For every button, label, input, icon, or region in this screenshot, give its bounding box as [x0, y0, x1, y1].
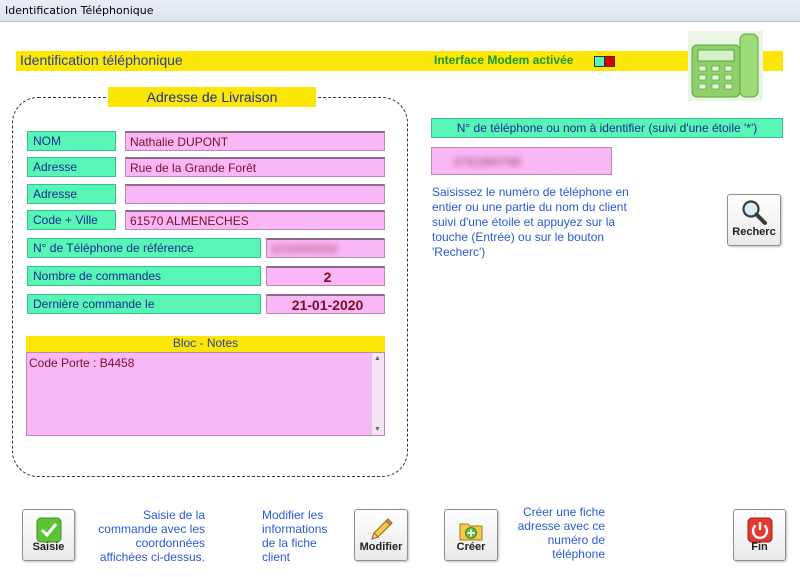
- window-title: Identification Téléphonique: [5, 4, 154, 17]
- search-help: Saisissez le numéro de téléphone en enti…: [432, 185, 629, 259]
- creer-description: Créer une fiche adresse avec ce numéro d…: [517, 505, 605, 561]
- search-input[interactable]: 0761660788: [431, 147, 612, 175]
- notes-title: Bloc - Notes: [26, 336, 385, 352]
- adresse2-field[interactable]: [125, 184, 385, 204]
- page-title: Identification téléphonique: [20, 52, 183, 68]
- notes-textarea[interactable]: Code Porte : B4458 ▲ ▼: [26, 352, 385, 436]
- check-icon: [36, 517, 61, 543]
- nom-label: NOM: [27, 131, 116, 151]
- pencil-icon: [371, 518, 393, 540]
- nom-field[interactable]: Nathalie DUPONT: [125, 131, 385, 151]
- orders-count-label: Nombre de commandes: [27, 266, 261, 286]
- notes-text: Code Porte : B4458: [29, 356, 135, 370]
- fin-button[interactable]: Fin: [733, 509, 786, 561]
- ref-phone-field[interactable]: 0233000000: [266, 238, 385, 258]
- modem-led-red: [604, 56, 615, 67]
- scroll-up-icon[interactable]: ▲: [374, 355, 381, 362]
- modem-status: Interface Modem activée: [434, 53, 574, 67]
- search-button-label: Recherc: [732, 226, 776, 238]
- magnifier-icon: [742, 200, 767, 225]
- modifier-button[interactable]: Modifier: [354, 509, 408, 561]
- modifier-description: Modifier les informations de la fiche cl…: [262, 508, 328, 564]
- modifier-button-label: Modifier: [359, 541, 403, 553]
- adresse2-label: Adresse: [27, 184, 116, 204]
- window-titlebar: Identification Téléphonique: [0, 0, 800, 22]
- fin-button-label: Fin: [751, 541, 768, 553]
- code-ville-field[interactable]: 61570 ALMENECHES: [125, 210, 385, 230]
- search-button[interactable]: Recherc: [727, 194, 781, 246]
- search-label: N° de téléphone ou nom à identifier (sui…: [431, 118, 783, 138]
- scroll-down-icon[interactable]: ▼: [374, 426, 381, 433]
- code-ville-label: Code + Ville: [27, 210, 116, 230]
- last-order-field: 21-01-2020: [266, 294, 385, 314]
- notes-scrollbar[interactable]: ▲ ▼: [371, 353, 384, 435]
- address-block-title: Adresse de Livraison: [108, 87, 316, 107]
- telephone-icon: [688, 31, 763, 101]
- adresse1-label: Adresse: [27, 157, 116, 177]
- ref-phone-label: N° de Téléphone de référence: [27, 238, 261, 258]
- saisie-button[interactable]: Saisie: [22, 509, 75, 561]
- new-folder-icon: [459, 523, 483, 541]
- creer-button-label: Créer: [456, 541, 486, 553]
- saisie-button-label: Saisie: [32, 541, 65, 553]
- creer-button[interactable]: Créer: [444, 509, 498, 561]
- header-banner: Identification téléphonique Interface Mo…: [16, 51, 783, 71]
- power-icon: [747, 517, 772, 543]
- adresse1-field[interactable]: Rue de la Grande Forêt: [125, 157, 385, 177]
- ref-phone-value: 0233000000: [271, 242, 338, 256]
- orders-count-field: 2: [266, 266, 385, 286]
- saisie-description: Saisie de la commande avec les coordonné…: [98, 508, 205, 564]
- search-value: 0761660788: [454, 155, 521, 169]
- last-order-label: Dernière commande le: [27, 294, 261, 314]
